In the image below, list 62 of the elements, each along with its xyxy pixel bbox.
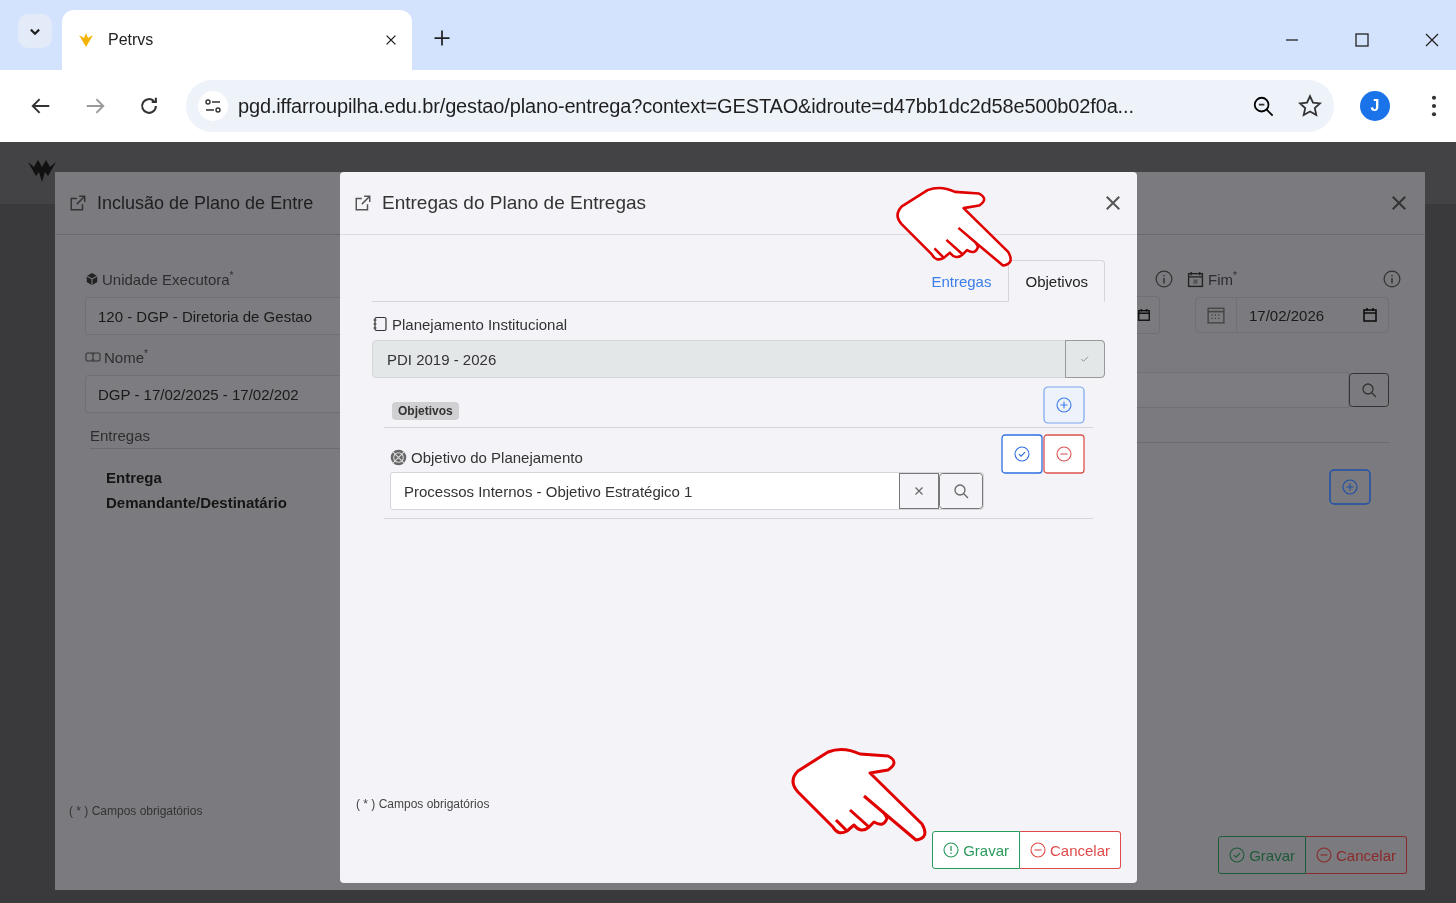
field-label: Planejamento Institucional bbox=[392, 315, 568, 333]
remove-button-icon[interactable] bbox=[1043, 434, 1085, 474]
new-tab-icon[interactable] bbox=[432, 28, 452, 48]
external-link-icon bbox=[69, 194, 87, 212]
field-label: Unidade Executora$^{*}$ bbox=[102, 270, 234, 288]
clear-icon[interactable] bbox=[899, 473, 939, 509]
text-field-icon bbox=[85, 350, 101, 364]
cube-icon bbox=[85, 272, 99, 286]
select-field[interactable]: PDI 2019 - 2026 bbox=[372, 340, 1105, 378]
field-label: Objetivo do Planejamento bbox=[411, 448, 583, 466]
info-icon bbox=[1155, 270, 1173, 288]
reload-icon[interactable] bbox=[138, 95, 160, 117]
tab-list-icon[interactable] bbox=[18, 14, 52, 48]
check-circle-icon bbox=[1229, 847, 1246, 863]
minus-circle-icon bbox=[1315, 847, 1332, 863]
dialog-title: Entregas do Plano de Entregas bbox=[382, 192, 647, 214]
check-icon bbox=[1079, 353, 1091, 365]
site-settings-icon bbox=[198, 91, 228, 121]
section-badge: Objetivos bbox=[392, 402, 459, 420]
tab[interactable]: Entregas bbox=[914, 260, 1009, 302]
calendar-icon bbox=[1187, 270, 1204, 288]
close-icon[interactable] bbox=[384, 33, 398, 47]
star-logo-icon bbox=[76, 31, 96, 49]
confirm-button-icon[interactable] bbox=[1001, 434, 1043, 474]
date-field[interactable]: 17/02/2026 bbox=[1195, 297, 1389, 333]
calendar-icon bbox=[1137, 308, 1151, 322]
notebook-icon bbox=[372, 316, 388, 332]
target-icon bbox=[390, 448, 407, 466]
exclamation-circle-icon bbox=[943, 842, 960, 858]
field-label: Nome$^{*}$ bbox=[104, 348, 148, 366]
search-field[interactable] bbox=[1137, 372, 1349, 408]
maximize-icon[interactable] bbox=[1354, 32, 1370, 48]
cancel-button[interactable]: Cancelar bbox=[1019, 831, 1121, 869]
url-text: pgd.iffarroupilha.edu.br/gestao/plano-entrega?context=GESTAO&idroute=d47bb1dc2d58e500b02f0a... bbox=[238, 94, 1135, 118]
text-field[interactable]: 120 - DGP - Diretoria de Gestao bbox=[85, 297, 340, 335]
dialog-title: Inclusão de Plano de Entre bbox=[97, 192, 314, 214]
tab-title: Petrvs bbox=[108, 31, 155, 49]
save-button[interactable]: Gravar bbox=[932, 831, 1020, 869]
footnote: ( * ) Campos obrigatórios bbox=[356, 797, 491, 811]
field-label: Fim$^{*}$ bbox=[1208, 270, 1237, 288]
address-bar[interactable]: pgd.iffarroupilha.edu.br/gestao/plano-entrega?context=GESTAO&idroute=d47bb1dc2d58e500b02f0a... bbox=[186, 80, 1334, 132]
calendar-grid-icon bbox=[1207, 306, 1225, 324]
add-button-icon[interactable] bbox=[1043, 386, 1085, 424]
search-icon[interactable] bbox=[939, 473, 983, 509]
browser-tab[interactable]: Petrvs bbox=[62, 10, 412, 70]
column-header: Entrega Demandante/Destinatário bbox=[106, 468, 288, 513]
minus-circle-icon bbox=[1029, 842, 1046, 858]
more-menu-icon[interactable] bbox=[1430, 95, 1438, 117]
external-link-icon bbox=[354, 194, 372, 212]
search-icon[interactable] bbox=[1349, 373, 1389, 407]
tab[interactable]: Objetivos bbox=[1008, 260, 1105, 302]
close-icon[interactable] bbox=[1103, 193, 1123, 213]
calendar-icon bbox=[1362, 307, 1378, 323]
zoom-icon[interactable] bbox=[1252, 95, 1274, 117]
section-label: Entregas bbox=[90, 427, 340, 449]
text-field[interactable]: DGP - 17/02/2025 - 17/02/202 bbox=[85, 375, 340, 413]
bookmark-star-icon[interactable] bbox=[1298, 94, 1322, 118]
profile-avatar[interactable]: J bbox=[1360, 91, 1390, 121]
search-field[interactable]: Processos Internos - Objetivo Estratégico 1 bbox=[390, 472, 984, 510]
info-icon bbox=[1383, 270, 1401, 288]
footnote: ( * ) Campos obrigatórios bbox=[69, 804, 204, 818]
close-icon[interactable] bbox=[1424, 32, 1440, 48]
